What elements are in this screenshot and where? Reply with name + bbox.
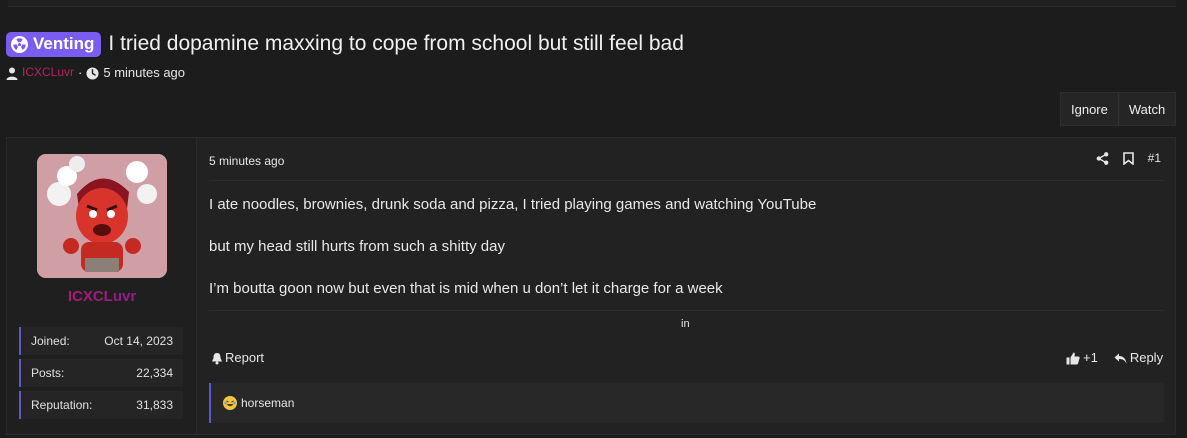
signature-divider: [209, 310, 1164, 311]
report-button[interactable]: Report: [211, 350, 264, 365]
reaction-user-link[interactable]: horseman: [241, 396, 294, 410]
post-time[interactable]: 5 minutes ago: [209, 154, 284, 168]
post-body-line: but my head still hurts from such a shit…: [209, 238, 505, 255]
reply-label: Reply: [1129, 350, 1164, 366]
top-strip: [8, 0, 1176, 7]
bookmark-icon[interactable]: [1122, 151, 1134, 166]
thread-title-row: Venting I tried dopamine maxxing to cope…: [6, 31, 684, 57]
watch-button[interactable]: Watch: [1117, 93, 1175, 125]
like-button[interactable]: +1: [1066, 350, 1098, 365]
venting-prefix-badge[interactable]: Venting: [6, 31, 102, 57]
ignore-button[interactable]: Ignore: [1061, 93, 1118, 125]
thread-title: I tried dopamine maxxing to cope from sc…: [108, 32, 684, 55]
post-body-line: I ate noodles, brownies, drunk soda and …: [209, 196, 817, 213]
reaction-count: +1: [1083, 350, 1098, 366]
thread-time[interactable]: 5 minutes ago: [103, 65, 185, 80]
meta-separator: ·: [78, 64, 83, 80]
thread-meta: ICXCLuvr · 5 minutes ago: [6, 63, 185, 81]
reaction-controls: +1 Reply: [1066, 350, 1163, 365]
stat-reputation: Reputation: 31,833: [19, 391, 183, 419]
radioactive-icon: [11, 35, 28, 53]
post-user-cell: ICXCLuvr Joined: Oct 14, 2023 Posts: 22,…: [7, 138, 197, 434]
post-username[interactable]: ICXCLuvr: [7, 288, 197, 305]
report-label: Report: [225, 350, 265, 366]
avatar[interactable]: [37, 154, 167, 278]
header-divider: [209, 180, 1164, 181]
stat-joined: Joined: Oct 14, 2023: [19, 327, 183, 355]
thread-actions: Ignore Watch: [1060, 92, 1177, 126]
bell-icon: [211, 350, 223, 365]
stat-label: Joined:: [31, 334, 70, 348]
stat-label: Reputation:: [31, 398, 93, 412]
reply-button[interactable]: Reply: [1114, 350, 1163, 365]
post-body-line: I’m boutta goon now but even that is mid…: [209, 280, 723, 297]
post: ICXCLuvr Joined: Oct 14, 2023 Posts: 22,…: [6, 137, 1176, 435]
share-icon[interactable]: [1096, 151, 1109, 166]
thumbs-up-icon: [1066, 350, 1080, 365]
reply-icon: [1114, 350, 1127, 365]
stat-value: 22,334: [136, 366, 173, 380]
stat-label: Posts:: [31, 366, 65, 380]
signature: in: [681, 318, 690, 330]
post-number-link[interactable]: #1: [1148, 151, 1161, 165]
stat-value: 31,833: [136, 398, 173, 412]
post-actions: #1: [1096, 151, 1161, 166]
laughing-emoji-icon: [223, 396, 237, 410]
prefix-label: Venting: [33, 34, 95, 53]
clock-icon: [86, 64, 99, 80]
stat-value: Oct 14, 2023: [104, 334, 173, 348]
stat-posts: Posts: 22,334: [19, 359, 183, 387]
reactions-summary[interactable]: horseman: [209, 383, 1164, 423]
thread-author-link[interactable]: ICXCLuvr: [22, 65, 74, 79]
user-icon: [6, 64, 18, 80]
